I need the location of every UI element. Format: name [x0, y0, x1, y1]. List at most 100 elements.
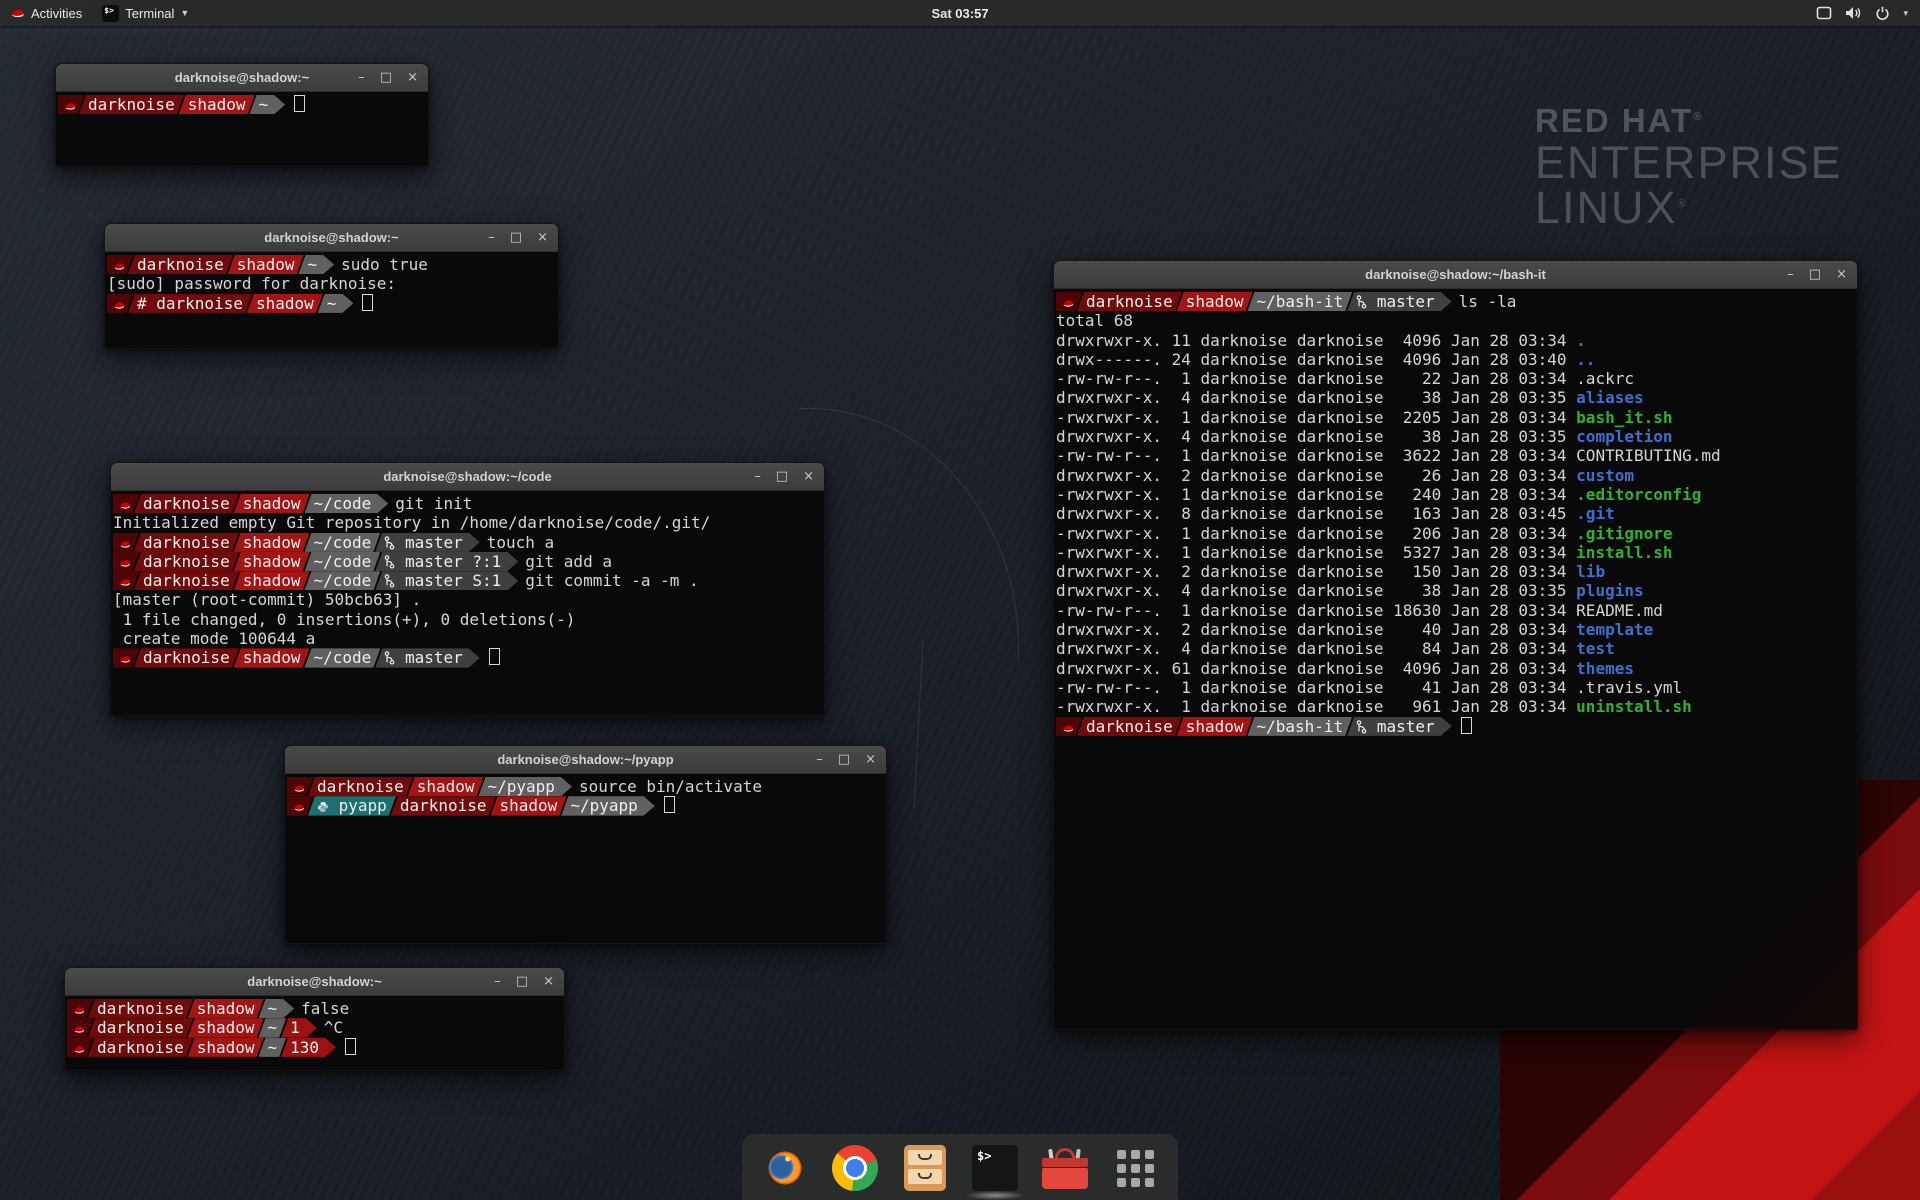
maximize-button[interactable]: □ [1809, 261, 1821, 288]
terminal-line: darknoiseshadow~/code master ?:1git add … [113, 552, 822, 571]
terminal-window-bash-it[interactable]: darknoise@shadow:~/bash-it–□×darknoisesh… [1053, 260, 1858, 1030]
close-button[interactable]: × [537, 224, 548, 251]
terminal-line: create mode 100644 a [113, 629, 822, 648]
chrome-icon [832, 1145, 878, 1191]
prompt-segment-dir: ~/bash-it [1248, 717, 1353, 736]
minimize-button[interactable]: – [358, 64, 365, 91]
prompt-segment-git: master S:1 [375, 571, 518, 590]
redhat-icon [1062, 723, 1075, 734]
dock-item-files[interactable] [902, 1145, 948, 1191]
git-branch-icon [1356, 720, 1367, 734]
terminal-cursor [664, 796, 675, 813]
clock[interactable]: Sat 03:57 [931, 0, 988, 26]
command-text: git init [395, 494, 472, 513]
prompt-segment-user: darknoise [134, 494, 239, 513]
terminal-window-home-small[interactable]: darknoise@shadow:~–□×darknoiseshadow~ [55, 63, 429, 167]
close-button[interactable]: × [543, 968, 554, 995]
minimize-button[interactable]: – [754, 463, 761, 490]
maximize-button[interactable]: □ [838, 746, 850, 773]
command-text: git add a [525, 552, 612, 571]
output-text: aliases [1576, 388, 1643, 407]
titlebar[interactable]: darknoise@shadow:~ –□ × [105, 224, 558, 252]
dock-item-terminal[interactable]: $> [972, 1145, 1018, 1191]
minimize-button[interactable]: – [488, 224, 495, 251]
minimize-button[interactable]: – [1787, 261, 1794, 288]
app-grid-icon [1117, 1150, 1154, 1187]
maximize-button[interactable]: □ [516, 968, 528, 995]
close-button[interactable]: × [1836, 261, 1847, 288]
prompt-segment-host: shadow [1177, 717, 1253, 736]
brand-line-2: ENTERPRISE [1535, 140, 1843, 185]
terminal-cursor [294, 95, 305, 112]
titlebar[interactable]: darknoise@shadow:~–□× [56, 64, 428, 92]
prompt-segment-host: shadow [188, 999, 264, 1018]
prompt-segment-dir: ~ [259, 999, 295, 1018]
git-branch-icon [384, 555, 395, 569]
maximize-button[interactable]: □ [776, 463, 788, 490]
prompt-segment-venv: pyapp [308, 796, 396, 815]
terminal-cursor [1461, 717, 1472, 734]
minimize-button[interactable]: – [816, 746, 823, 773]
redhat-icon [73, 1005, 86, 1016]
prompt-segment-user: darknoise [391, 796, 496, 815]
maximize-button[interactable]: □ [510, 224, 522, 251]
prompt-segment-host: shadow [179, 95, 255, 114]
screen-icon[interactable] [1816, 6, 1832, 20]
terminal-line: # darknoiseshadow~ [107, 294, 556, 313]
output-text: -rw-rw-r--. 1 darknoise darknoise 3622 J… [1056, 446, 1576, 465]
terminal-window-code[interactable]: darknoise@shadow:~/code–□×darknoiseshado… [110, 462, 825, 716]
terminal-content[interactable]: darknoiseshadow~ [56, 92, 428, 117]
terminal-line: drwxrwxr-x. 61 darknoise darknoise 4096 … [1056, 659, 1855, 678]
terminal-content[interactable]: darknoiseshadow~falsedarknoiseshadow~1^C… [65, 996, 564, 1060]
minimize-button[interactable]: – [494, 968, 501, 995]
terminal-window-exitcodes[interactable]: darknoise@shadow:~ –□ ×darknoiseshadow~fal… [64, 967, 565, 1071]
titlebar[interactable]: darknoise@shadow:~/bash-it–□× [1054, 261, 1857, 289]
terminal-content[interactable]: darknoiseshadow~/codegit initInitialized… [111, 491, 824, 671]
terminal-icon: $> [972, 1145, 1018, 1191]
terminal-cursor [345, 1038, 356, 1055]
maximize-button[interactable]: □ [380, 64, 392, 91]
output-text: Initialized empty Git repository in /hom… [113, 513, 710, 532]
dock-item-app-grid[interactable] [1112, 1145, 1158, 1191]
chevron-down-icon[interactable]: ▾ [1903, 8, 1908, 19]
window-title: darknoise@shadow:~ [264, 230, 398, 245]
redhat-icon [119, 577, 132, 588]
app-menu-terminal[interactable]: $> Terminal ▼ [92, 0, 199, 26]
dock-item-firefox[interactable] [762, 1145, 808, 1191]
prompt-segment-host: shadow [234, 494, 310, 513]
terminal-content[interactable]: darknoiseshadow~/pyappsource bin/activat… [285, 774, 886, 819]
prompt-segment-user: darknoise [134, 552, 239, 571]
output-text: bash_it.sh [1576, 408, 1672, 427]
titlebar[interactable]: darknoise@shadow:~/pyapp–□× [285, 746, 886, 774]
command-text: source bin/activate [579, 777, 762, 796]
prompt-segment-exit: 1 [281, 1018, 317, 1037]
activities-button[interactable]: Activities [0, 0, 92, 26]
terminal-content[interactable]: darknoiseshadow~/bash-it masterls -latot… [1054, 289, 1857, 739]
prompt-segment-git: master [375, 533, 479, 552]
output-text: .ackrc [1576, 369, 1634, 388]
terminal-window-sudo[interactable]: darknoise@shadow:~ –□ ×darknoiseshadow~sud… [104, 223, 559, 349]
terminal-line: darknoiseshadow~/pyappsource bin/activat… [287, 777, 884, 796]
close-button[interactable]: × [803, 463, 814, 490]
redhat-logo-icon [10, 7, 25, 20]
dock-item-chrome[interactable] [832, 1145, 878, 1191]
terminal-line: -rwxrwxr-x. 1 darknoise darknoise 2205 J… [1056, 408, 1855, 427]
output-text: drwxrwxr-x. 2 darknoise darknoise 40 Jan… [1056, 620, 1576, 639]
close-button[interactable]: × [407, 64, 418, 91]
window-title: darknoise@shadow:~ [247, 974, 381, 989]
volume-icon[interactable] [1845, 6, 1862, 20]
dock-item-toolbox[interactable] [1042, 1145, 1088, 1191]
running-indicator [965, 1191, 1025, 1200]
terminal-content[interactable]: darknoiseshadow~sudo true[sudo] password… [105, 252, 558, 316]
prompt-segment-host: shadow [491, 796, 567, 815]
power-icon[interactable] [1875, 6, 1890, 21]
terminal-line: pyappdarknoiseshadow~/pyapp [287, 796, 884, 815]
prompt-segment-host: shadow [188, 1018, 264, 1037]
output-text: drwxrwxr-x. 2 darknoise darknoise 150 Ja… [1056, 562, 1576, 581]
output-text: .gitignore [1576, 524, 1672, 543]
titlebar[interactable]: darknoise@shadow:~/code–□× [111, 463, 824, 491]
terminal-window-pyapp[interactable]: darknoise@shadow:~/pyapp–□×darknoiseshad… [284, 745, 887, 944]
titlebar[interactable]: darknoise@shadow:~ –□ × [65, 968, 564, 996]
terminal-line: -rw-rw-r--. 1 darknoise darknoise 41 Jan… [1056, 678, 1855, 697]
close-button[interactable]: × [865, 746, 876, 773]
